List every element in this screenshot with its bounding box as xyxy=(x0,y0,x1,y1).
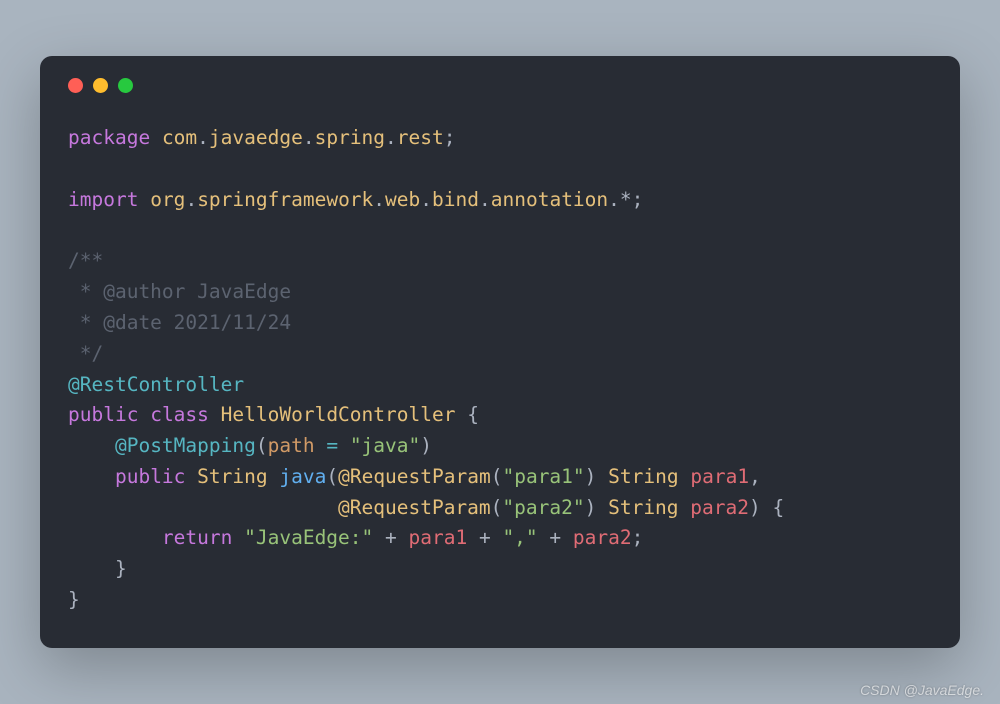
comment-line: * @author JavaEdge xyxy=(68,280,291,303)
close-icon[interactable] xyxy=(68,78,83,93)
comment-line: /** xyxy=(68,249,103,272)
class-name: HelloWorldController xyxy=(221,403,456,426)
code-block: package com.javaedge.spring.rest; import… xyxy=(68,123,932,616)
annotation: @RestController xyxy=(68,373,244,396)
keyword-import: import xyxy=(68,188,138,211)
watermark: CSDN @JavaEdge. xyxy=(860,682,984,698)
comment-line: * @date 2021/11/24 xyxy=(68,311,291,334)
keyword-package: package xyxy=(68,126,150,149)
minimize-icon[interactable] xyxy=(93,78,108,93)
window-titlebar xyxy=(68,78,932,93)
comment-line: */ xyxy=(68,342,103,365)
code-window: package com.javaedge.spring.rest; import… xyxy=(40,56,960,648)
method-name: java xyxy=(279,465,326,488)
maximize-icon[interactable] xyxy=(118,78,133,93)
